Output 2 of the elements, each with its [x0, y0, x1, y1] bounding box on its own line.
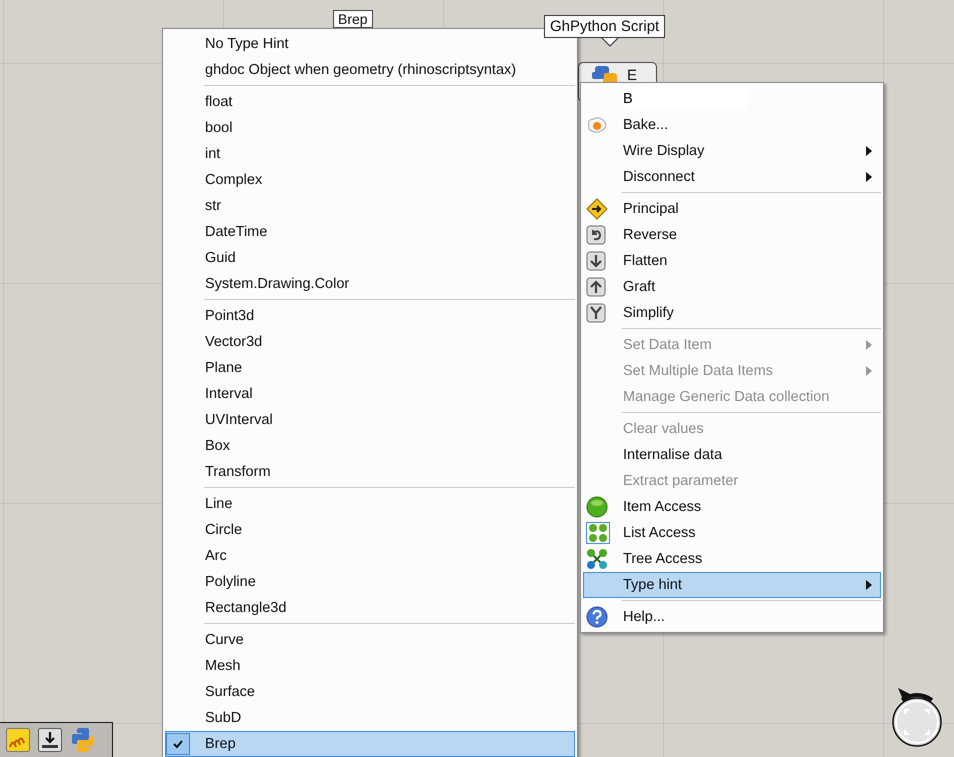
output-label: E	[627, 66, 638, 86]
parameter-label: Brep	[333, 10, 373, 28]
